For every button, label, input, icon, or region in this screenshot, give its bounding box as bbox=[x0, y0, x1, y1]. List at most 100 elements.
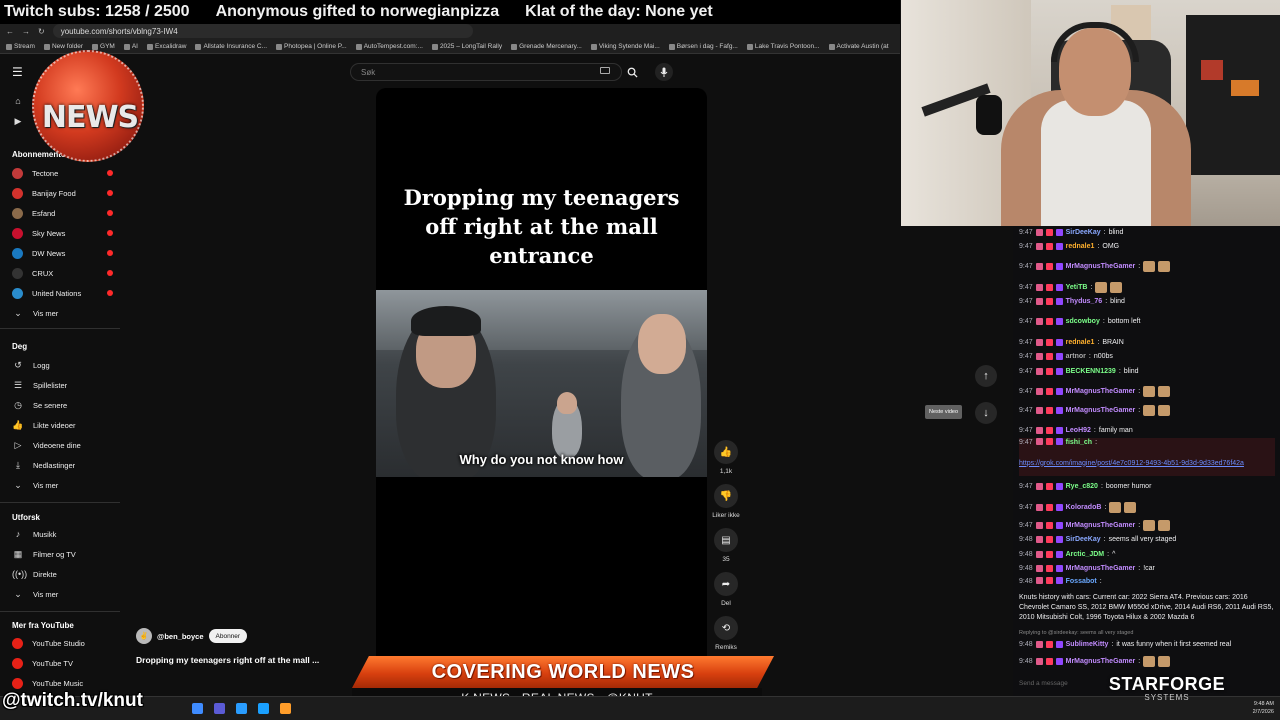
sidebar-item-channel[interactable]: Esfand bbox=[12, 206, 113, 220]
mic-button[interactable] bbox=[655, 63, 673, 81]
chat-username[interactable]: Arctic_JDM bbox=[1066, 551, 1105, 558]
chat-username[interactable]: SirDeeKay bbox=[1066, 536, 1101, 543]
subscribe-button[interactable]: Abonner bbox=[208, 629, 248, 643]
sidebar-item-you[interactable]: ↺ Logg bbox=[12, 358, 49, 372]
chat-message[interactable]: 9:47 artnor: n00bs bbox=[1019, 350, 1275, 362]
bookmark-item[interactable]: Viking Sytende Mai... bbox=[590, 43, 660, 50]
chat-username[interactable]: rednale1 bbox=[1066, 243, 1095, 250]
show-more-button[interactable]: ⌄ Vis mer bbox=[12, 587, 58, 601]
keyboard-icon[interactable] bbox=[600, 67, 610, 74]
chat-message[interactable]: 9:47 MrMagnusTheGamer: bbox=[1019, 260, 1275, 272]
chat-message[interactable]: 9:47 rednale1: BRAIN bbox=[1019, 336, 1275, 348]
chat-username[interactable]: fishi_ch bbox=[1066, 438, 1092, 448]
explorer-icon[interactable] bbox=[258, 703, 269, 714]
address-bar[interactable]: youtube.com/shorts/vblng73-IW4 bbox=[52, 24, 473, 38]
chat-message[interactable]: 9:48 Fossabot: Knuts history with cars: Cu… bbox=[1019, 577, 1275, 625]
sidebar-item-channel[interactable]: Banijay Food bbox=[12, 186, 113, 200]
sidebar-item-explore[interactable]: ♪ Musikk bbox=[12, 527, 57, 541]
discord-icon[interactable] bbox=[214, 703, 225, 714]
chat-username[interactable]: MrMagnusTheGamer bbox=[1066, 388, 1136, 395]
chat-username[interactable]: MrMagnusTheGamer bbox=[1066, 658, 1136, 665]
chat-message[interactable]: 9:47 Thydus_76: blind bbox=[1019, 295, 1275, 307]
chat-message[interactable]: 9:47 SirDeeKay: blind bbox=[1019, 226, 1275, 238]
like-button[interactable]: 👍 1,1k bbox=[711, 440, 741, 475]
chat-username[interactable]: Fossabot bbox=[1066, 577, 1097, 587]
share-button[interactable]: ➦ Del bbox=[711, 572, 741, 607]
sidebar-item-more[interactable]: YouTube Studio bbox=[12, 636, 85, 650]
sidebar-item-more[interactable]: YouTube TV bbox=[12, 656, 73, 670]
bookmark-item[interactable]: Børsen i dag - Fafg... bbox=[668, 43, 738, 50]
remix-button[interactable]: ⟲ Remiks bbox=[711, 616, 741, 651]
obs-icon[interactable] bbox=[280, 703, 291, 714]
chat-username[interactable]: SublimeKitty bbox=[1066, 641, 1109, 648]
chat-message[interactable]: 9:47 MrMagnusTheGamer: bbox=[1019, 404, 1275, 416]
channel-handle[interactable]: @ben_boyce bbox=[157, 632, 204, 641]
bookmark-item[interactable]: Excalidraw bbox=[147, 43, 186, 50]
sidebar-item-channel[interactable]: DW News bbox=[12, 246, 113, 260]
chat-message[interactable]: 9:47 fishi_ch: https://grok.com/imagine/po… bbox=[1019, 438, 1275, 476]
sidebar-item-more[interactable]: YouTube Music bbox=[12, 676, 83, 690]
bookmark-item[interactable]: Grenade Mercenary... bbox=[511, 43, 582, 50]
comments-button[interactable]: ▤ 35 bbox=[711, 528, 741, 563]
chat-username[interactable]: BECKENN1239 bbox=[1066, 368, 1116, 375]
chat-username[interactable]: artnor bbox=[1066, 353, 1086, 360]
sidebar-item-you[interactable]: ⤓ Nedlastinger bbox=[12, 458, 75, 472]
bookmark-item[interactable]: Lake Travis Pontoon... bbox=[746, 43, 820, 50]
show-more-button[interactable]: ⌄ Vis mer bbox=[12, 306, 58, 320]
bookmark-item[interactable]: Activate Austin (at bbox=[828, 43, 889, 50]
chat-message[interactable]: 9:47 LeoH92: family man bbox=[1019, 424, 1275, 436]
chat-username[interactable]: YetiTB bbox=[1066, 284, 1088, 291]
back-icon[interactable]: ← bbox=[6, 27, 14, 36]
menu-icon[interactable]: ☰ bbox=[12, 65, 23, 79]
sidebar-item-channel[interactable]: CRUX bbox=[12, 266, 113, 280]
sidebar-item-channel[interactable]: United Nations bbox=[12, 286, 113, 300]
chrome-icon[interactable] bbox=[192, 703, 203, 714]
forward-icon[interactable]: → bbox=[22, 27, 30, 36]
bookmark-item[interactable]: 2025 – LongTail Rally bbox=[431, 43, 502, 50]
chat-username[interactable]: Rye_c820 bbox=[1066, 483, 1098, 490]
chat-username[interactable]: MrMagnusTheGamer bbox=[1066, 522, 1136, 529]
short-title[interactable]: Dropping my teenagers right off at the m… bbox=[136, 655, 319, 665]
chat-message[interactable]: 9:47 Rye_c820: boomer humor bbox=[1019, 480, 1275, 492]
dislike-button[interactable]: 👎 Liker ikke bbox=[711, 484, 741, 519]
sidebar-item-you[interactable]: ☰ Spillelister bbox=[12, 378, 67, 392]
chat-username[interactable]: sdcowboy bbox=[1066, 318, 1100, 325]
chat-username[interactable]: MrMagnusTheGamer bbox=[1066, 565, 1136, 572]
chat-message[interactable]: 9:48 SirDeeKay: seems all very staged bbox=[1019, 533, 1275, 545]
chat-message[interactable]: 9:47 BECKENN1239: blind bbox=[1019, 365, 1275, 377]
chat-username[interactable]: MrMagnusTheGamer bbox=[1066, 407, 1136, 414]
chat-username[interactable]: LeoH92 bbox=[1066, 427, 1091, 434]
chat-username[interactable]: MrMagnusTheGamer bbox=[1066, 263, 1136, 270]
sidebar-item-you[interactable]: 👍 Likte videoer bbox=[12, 418, 75, 432]
bookmark-item[interactable]: AutoTempest.com:... bbox=[355, 43, 423, 50]
sidebar-item-explore[interactable]: ((•)) Direkte bbox=[12, 567, 57, 581]
chat-message[interactable]: 9:48 Arctic_JDM: ^ bbox=[1019, 548, 1275, 560]
chat-username[interactable]: SirDeeKay bbox=[1066, 229, 1101, 236]
reload-icon[interactable]: ↻ bbox=[38, 27, 45, 36]
show-more-button[interactable]: ⌄ Vis mer bbox=[12, 478, 58, 492]
chat-message[interactable]: 9:47 rednale1: OMG bbox=[1019, 240, 1275, 252]
edge-icon[interactable] bbox=[236, 703, 247, 714]
video-frame[interactable]: Why do you not know how bbox=[376, 290, 707, 477]
system-clock[interactable]: 9:48 AM 2/7/2026 bbox=[1214, 700, 1274, 716]
chat-message[interactable]: 9:47 sdcowboy: bottom left bbox=[1019, 315, 1275, 327]
next-video-button[interactable]: ↓ bbox=[975, 402, 997, 424]
sidebar-item-channel[interactable]: Tectone bbox=[12, 166, 113, 180]
chat-message[interactable]: 9:47 KoloradoB: bbox=[1019, 501, 1275, 513]
sidebar-item-you[interactable]: ▷ Videoene dine bbox=[12, 438, 81, 452]
previous-video-button[interactable]: ↑ bbox=[975, 365, 997, 387]
channel-avatar[interactable]: ✌ bbox=[136, 628, 152, 644]
search-input[interactable]: Søk bbox=[350, 63, 622, 81]
bookmark-item[interactable]: Photopea | Online P... bbox=[276, 43, 347, 50]
search-button[interactable] bbox=[622, 63, 642, 81]
chat-message[interactable]: 9:47 MrMagnusTheGamer: bbox=[1019, 385, 1275, 397]
short-player[interactable]: Dropping my teenagers off right at the m… bbox=[376, 88, 707, 676]
chat-username[interactable]: Thydus_76 bbox=[1066, 298, 1103, 305]
bookmark-item[interactable]: Allstate Insurance C... bbox=[195, 43, 267, 50]
sidebar-item-channel[interactable]: Sky News bbox=[12, 226, 113, 240]
chat-username[interactable]: KoloradoB bbox=[1066, 504, 1102, 511]
chat-message[interactable]: 9:48 MrMagnusTheGamer: !car bbox=[1019, 562, 1275, 574]
sidebar-item-you[interactable]: ◷ Se senere bbox=[12, 398, 67, 412]
sidebar-item-explore[interactable]: ▦ Filmer og TV bbox=[12, 547, 76, 561]
chat-username[interactable]: rednale1 bbox=[1066, 339, 1095, 346]
